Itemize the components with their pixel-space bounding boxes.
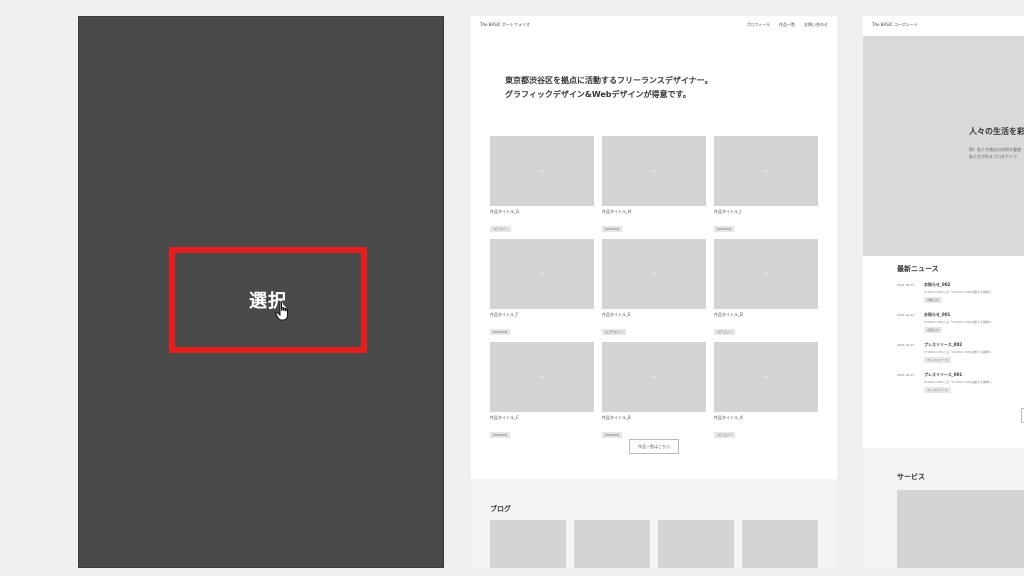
news-section-title: 最新ニュース	[897, 265, 939, 273]
work-title: 作品タイトル_A	[714, 415, 743, 420]
hero-image: 人々の生活を彩 例）私たち独自の技術を駆使 私たちが作るプロダクトで、	[863, 36, 1024, 256]
nav-item-contact: お問い合わせ	[804, 22, 828, 27]
work-tag: #DESIGN	[490, 432, 511, 438]
blog-thumbnail	[742, 520, 818, 568]
news-tag: プレスリリース	[924, 387, 951, 393]
work-tag: カテゴリー	[714, 432, 736, 438]
news-tag: お知らせ	[924, 297, 942, 303]
template-card-portfolio[interactable]: The BASIC ポートフォリオ プロフィール 作品一覧 お問い合わせ 東京都…	[471, 16, 837, 568]
news-title: プレスリリース_001	[924, 372, 963, 377]
work-tag: #DESIGN	[714, 226, 735, 232]
nav-item-works: 作品一覧	[779, 22, 795, 27]
work-thumbnail	[490, 342, 594, 412]
site-header: The BASIC ポートフォリオ プロフィール 作品一覧 お問い合わせ	[471, 16, 837, 36]
work-thumbnail	[714, 136, 818, 206]
news-description: STUDIO CMSとは「STUDIO CMSは誰でも簡単に	[924, 290, 993, 294]
news-date: 2021.04.23	[897, 373, 915, 377]
hero-title: 人々の生活を彩	[969, 127, 1024, 136]
work-title: 作品タイトル_D	[714, 312, 744, 317]
work-title: 作品タイトル_C	[490, 415, 519, 420]
blog-thumbnail	[574, 520, 650, 568]
work-item: 作品タイトル_E ロゴデザイン	[602, 239, 706, 337]
work-tag: ロゴデザイン	[602, 329, 627, 335]
work-item: 作品タイトル_D カテゴリー	[714, 239, 818, 337]
hero-subtext-line: 私たちが作るプロダクトで、	[969, 154, 1021, 159]
work-thumbnail	[714, 239, 818, 309]
work-item: 作品タイトル_A カテゴリー	[714, 342, 818, 440]
works-more-button: 作品一覧はこちら	[629, 439, 679, 454]
work-tag: カテゴリー	[714, 329, 736, 335]
work-item: 作品タイトル_G カテゴリー	[490, 136, 594, 234]
nav-item-profile: プロフィール	[746, 22, 770, 27]
site-nav: プロフィール 作品一覧 お問い合わせ	[746, 22, 828, 28]
work-thumbnail	[714, 342, 818, 412]
hero-line: 東京都渋谷区を拠点に活動するフリーランスデザイナー。	[505, 76, 713, 85]
news-tag: プレスリリース	[924, 357, 951, 363]
news-date: 2021.04.23	[897, 283, 915, 287]
template-card-corporate[interactable]: The BASIC コーポレート 人々の生活を彩 例）私たち独自の技術を駆使 私…	[863, 16, 1024, 568]
service-section-title: サービス	[897, 473, 925, 481]
work-thumbnail	[602, 239, 706, 309]
blog-thumbnail	[490, 520, 566, 568]
work-tag: #DESIGN	[490, 329, 511, 335]
work-title: 作品タイトル_F	[490, 312, 519, 317]
work-title: 作品タイトル_G	[490, 209, 520, 214]
work-thumbnail	[602, 136, 706, 206]
hand-pointer-cursor-icon	[275, 301, 288, 321]
news-title: お知らせ_002	[924, 282, 951, 287]
hero-text: 東京都渋谷区を拠点に活動するフリーランスデザイナー。 グラフィックデザイン&We…	[505, 74, 713, 102]
select-button[interactable]: 選択	[169, 247, 367, 353]
work-thumbnail	[490, 136, 594, 206]
blog-section: ブログ	[471, 479, 837, 568]
work-item: 作品タイトル_C #DESIGN	[490, 342, 594, 440]
blog-title: ブログ	[490, 505, 511, 513]
news-date: 2021.04.23	[897, 343, 915, 347]
news-description: STUDIO CMSとは「STUDIO CMSは誰でも簡単に	[924, 350, 993, 354]
work-item: 作品タイトル_I #DESIGN	[714, 136, 818, 234]
work-tag: #DESIGN	[602, 432, 623, 438]
work-title: 作品タイトル_H	[602, 209, 632, 214]
work-tag: #DESIGN	[602, 226, 623, 232]
news-date: 2021.04.23	[897, 313, 915, 317]
work-item: 作品タイトル_F #DESIGN	[490, 239, 594, 337]
work-thumbnail	[490, 239, 594, 309]
hero-subtext-line: 例）私たち独自の技術を駆使	[969, 147, 1021, 152]
hero-subtext: 例）私たち独自の技術を駆使 私たちが作るプロダクトで、	[969, 146, 1021, 160]
site-brand: The BASIC コーポレート	[872, 22, 918, 27]
news-description: STUDIO CMSとは「STUDIO CMSは誰でも簡単に	[924, 320, 993, 324]
work-title: 作品タイトル_B	[602, 415, 631, 420]
work-title: 作品タイトル_E	[602, 312, 631, 317]
hero-line: グラフィックデザイン&Webデザインが得意です。	[505, 90, 691, 99]
news-description: STUDIO CMSとは「STUDIO CMSは誰でも簡単に	[924, 380, 993, 384]
template-card-selected[interactable]: 選択	[78, 16, 444, 568]
work-thumbnail	[602, 342, 706, 412]
work-item: 作品タイトル_H #DESIGN	[602, 136, 706, 234]
service-section: サービス	[863, 448, 1024, 568]
news-tag: お知らせ	[924, 327, 942, 333]
service-image	[897, 490, 1024, 568]
work-tag: カテゴリー	[490, 226, 512, 232]
site-brand: The BASIC ポートフォリオ	[480, 22, 530, 27]
work-item: 作品タイトル_B #DESIGN	[602, 342, 706, 440]
work-title: 作品タイトル_I	[714, 209, 742, 214]
news-title: プレスリリース_002	[924, 342, 963, 347]
news-title: お知らせ_001	[924, 312, 951, 317]
blog-thumbnail	[658, 520, 734, 568]
